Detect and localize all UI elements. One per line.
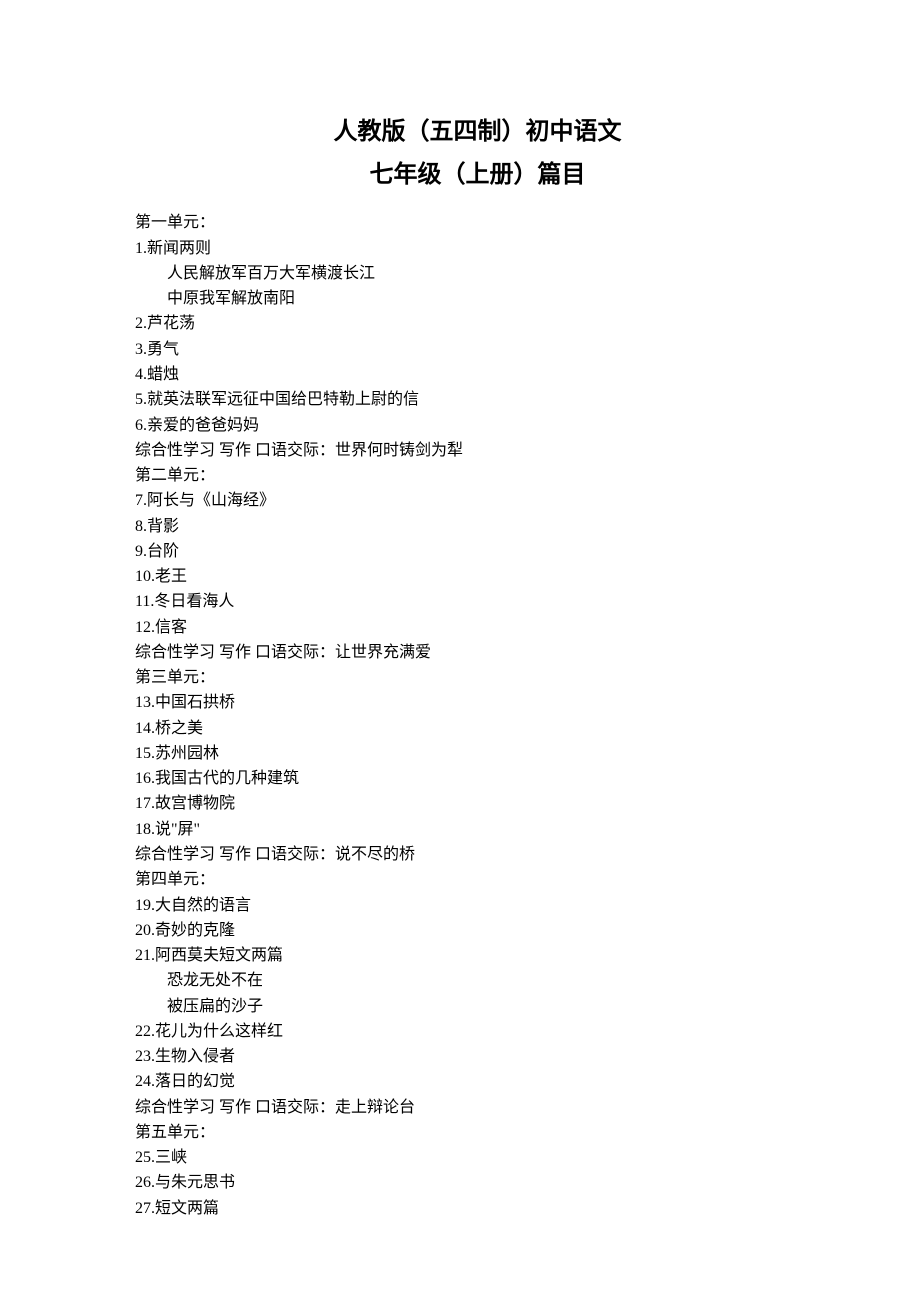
content-line: 17.故宫博物院 xyxy=(135,791,820,816)
content-line: 被压扁的沙子 xyxy=(135,994,820,1019)
content-line: 第五单元： xyxy=(135,1120,820,1145)
content-line: 21.阿西莫夫短文两篇 xyxy=(135,943,820,968)
content-line: 7.阿长与《山海经》 xyxy=(135,488,820,513)
content-line: 5.就英法联军远征中国给巴特勒上尉的信 xyxy=(135,387,820,412)
content-line: 26.与朱元思书 xyxy=(135,1170,820,1195)
content-line: 综合性学习 写作 口语交际：走上辩论台 xyxy=(135,1095,820,1120)
content-line: 第四单元： xyxy=(135,867,820,892)
content-line: 综合性学习 写作 口语交际：让世界充满爱 xyxy=(135,640,820,665)
content-body: 第一单元：1.新闻两则人民解放军百万大军横渡长江中原我军解放南阳2.芦花荡3.勇… xyxy=(135,210,820,1221)
content-line: 14.桥之美 xyxy=(135,716,820,741)
content-line: 3.勇气 xyxy=(135,337,820,362)
content-line: 15.苏州园林 xyxy=(135,741,820,766)
content-line: 20.奇妙的克隆 xyxy=(135,918,820,943)
content-line: 9.台阶 xyxy=(135,539,820,564)
content-line: 24.落日的幻觉 xyxy=(135,1069,820,1094)
content-line: 综合性学习 写作 口语交际：说不尽的桥 xyxy=(135,842,820,867)
document-page: 人教版（五四制）初中语文 七年级（上册）篇目 第一单元：1.新闻两则人民解放军百… xyxy=(0,0,920,1281)
content-line: 4.蜡烛 xyxy=(135,362,820,387)
content-line: 综合性学习 写作 口语交际：世界何时铸剑为犁 xyxy=(135,438,820,463)
content-line: 中原我军解放南阳 xyxy=(135,286,820,311)
content-line: 恐龙无处不在 xyxy=(135,968,820,993)
content-line: 18.说"屏" xyxy=(135,817,820,842)
content-line: 12.信客 xyxy=(135,615,820,640)
page-title-1: 人教版（五四制）初中语文 xyxy=(135,110,820,153)
content-line: 16.我国古代的几种建筑 xyxy=(135,766,820,791)
page-title-2: 七年级（上册）篇目 xyxy=(135,153,820,196)
content-line: 6.亲爱的爸爸妈妈 xyxy=(135,413,820,438)
content-line: 11.冬日看海人 xyxy=(135,589,820,614)
content-line: 27.短文两篇 xyxy=(135,1196,820,1221)
content-line: 25.三峡 xyxy=(135,1145,820,1170)
content-line: 1.新闻两则 xyxy=(135,236,820,261)
content-line: 22.花儿为什么这样红 xyxy=(135,1019,820,1044)
content-line: 2.芦花荡 xyxy=(135,311,820,336)
content-line: 19.大自然的语言 xyxy=(135,893,820,918)
content-line: 第三单元： xyxy=(135,665,820,690)
content-line: 人民解放军百万大军横渡长江 xyxy=(135,261,820,286)
content-line: 第一单元： xyxy=(135,210,820,235)
content-line: 第二单元： xyxy=(135,463,820,488)
content-line: 23.生物入侵者 xyxy=(135,1044,820,1069)
content-line: 13.中国石拱桥 xyxy=(135,690,820,715)
content-line: 8.背影 xyxy=(135,514,820,539)
content-line: 10.老王 xyxy=(135,564,820,589)
